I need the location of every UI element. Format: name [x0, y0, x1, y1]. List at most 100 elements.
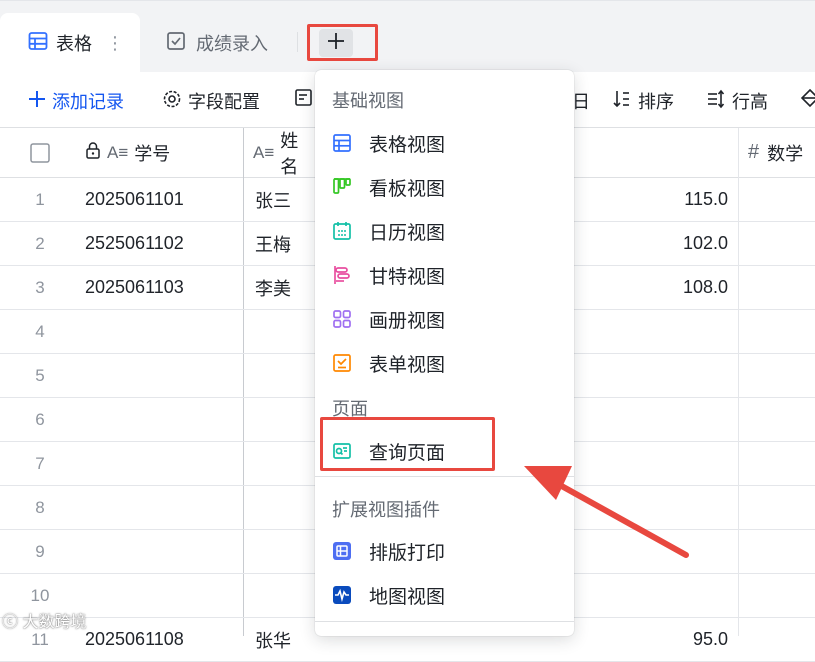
- row-number: 1: [35, 189, 45, 209]
- row-height-icon: [706, 89, 726, 114]
- number-field-icon: #: [748, 141, 760, 163]
- cell-score[interactable]: 102.0: [580, 222, 728, 265]
- field-config-button[interactable]: 字段配置: [162, 88, 260, 114]
- column-header-name[interactable]: A≡ 姓名: [253, 128, 313, 178]
- cell-name[interactable]: 李美: [255, 266, 315, 309]
- watermark: ⓒ 大数跨境: [2, 608, 86, 632]
- gantt-view-icon: [331, 264, 353, 286]
- row-height-label: 行高: [732, 92, 768, 112]
- cell-score[interactable]: [580, 486, 728, 529]
- menu-item-map-view[interactable]: 地图视图: [315, 573, 574, 617]
- cell-student-id[interactable]: 2025061101: [85, 178, 235, 221]
- cell-student-id[interactable]: [85, 442, 235, 485]
- menu-item-gantt-view[interactable]: 甘特视图: [315, 253, 574, 297]
- cell-score[interactable]: 115.0: [580, 178, 728, 221]
- cell-student-id[interactable]: [85, 486, 235, 529]
- section-view-plugins: 扩展视图插件: [332, 500, 440, 520]
- column-label: 姓名: [280, 130, 299, 177]
- more-toolbar-icon[interactable]: [800, 88, 815, 108]
- menu-divider: [315, 476, 574, 477]
- filter-button[interactable]: [294, 88, 314, 113]
- menu-item-print-layout[interactable]: 排版打印: [315, 529, 574, 573]
- cell-score[interactable]: [580, 398, 728, 441]
- column-header-student-id[interactable]: A≡ 学号: [85, 128, 240, 178]
- menu-item-kanban-view[interactable]: 看板视图: [315, 165, 574, 209]
- sort-icon: [612, 89, 632, 114]
- sort-button[interactable]: 排序: [612, 88, 674, 114]
- text-field-icon: A≡: [253, 142, 275, 162]
- menu-item-label: 地图视图: [369, 586, 446, 608]
- column-label: 数学: [767, 143, 804, 164]
- text-field-icon: A≡: [107, 142, 129, 162]
- menu-item-label: 表格视图: [369, 134, 446, 156]
- form-view-icon: [331, 352, 353, 374]
- cell-score[interactable]: [580, 310, 728, 353]
- grid-table-icon: [28, 31, 48, 56]
- gallery-view-icon: [331, 308, 353, 330]
- tab-table[interactable]: 表格 ⋮: [0, 13, 140, 73]
- tab-label: 表格: [56, 34, 92, 54]
- watermark-text: 大数跨境: [22, 614, 87, 631]
- cell-score[interactable]: 95.0: [580, 618, 728, 661]
- cell-name[interactable]: 张三: [255, 178, 315, 221]
- cell-score[interactable]: [580, 442, 728, 485]
- map-view-icon: [331, 584, 353, 606]
- cell-score[interactable]: [580, 530, 728, 573]
- cell-student-id[interactable]: 2025061103: [85, 266, 235, 309]
- plus-icon: [28, 90, 46, 113]
- menu-item-grid-view[interactable]: 表格视图: [315, 121, 574, 165]
- row-height-button[interactable]: 行高: [706, 88, 768, 114]
- cell-student-id[interactable]: [85, 574, 235, 617]
- tab-more-icon[interactable]: ⋮: [106, 33, 124, 54]
- menu-divider: [315, 621, 574, 622]
- tab-score-entry[interactable]: 成绩录入: [166, 13, 268, 73]
- add-record-button[interactable]: 添加记录: [28, 88, 124, 114]
- row-number: 6: [35, 409, 45, 429]
- cell-student-id[interactable]: [85, 530, 235, 573]
- print-layout-icon: [331, 540, 353, 562]
- cell-name[interactable]: [255, 442, 315, 485]
- cell-name[interactable]: [255, 530, 315, 573]
- toolbar-item-partial-label: 日: [572, 92, 590, 112]
- tab-divider: [297, 32, 298, 52]
- cell-score[interactable]: [580, 354, 728, 397]
- select-all-checkbox[interactable]: [30, 128, 52, 178]
- view-tab-bar: 表格 ⋮ 成绩录入: [0, 0, 815, 73]
- watermark-logo-icon: ⓒ: [2, 614, 23, 631]
- row-number: 8: [35, 497, 45, 517]
- menu-item-gallery-view[interactable]: 画册视图: [315, 297, 574, 341]
- cell-name[interactable]: [255, 354, 315, 397]
- cell-name[interactable]: [255, 398, 315, 441]
- row-number: 3: [35, 277, 45, 297]
- add-view-menu: 基础视图 表格视图 看板视图 日历视图 甘特视图 画册视图 表单视图 页面 查询页面 扩展…: [315, 70, 574, 636]
- section-basic-views: 基础视图: [332, 91, 404, 111]
- row-number: 9: [35, 541, 45, 561]
- column-header-math[interactable]: # 数学: [748, 128, 815, 178]
- cell-name[interactable]: 王梅: [255, 222, 315, 265]
- cell-student-id[interactable]: 2525061102: [85, 222, 235, 265]
- menu-item-calendar-view[interactable]: 日历视图: [315, 209, 574, 253]
- cell-student-id[interactable]: [85, 354, 235, 397]
- column-label: 学号: [134, 143, 171, 164]
- field-config-label: 字段配置: [188, 92, 260, 112]
- cell-student-id[interactable]: 2025061108: [85, 618, 235, 661]
- cell-name[interactable]: [255, 486, 315, 529]
- cell-name[interactable]: [255, 574, 315, 617]
- kanban-view-icon: [331, 176, 353, 198]
- cell-score[interactable]: 108.0: [580, 266, 728, 309]
- gear-icon: [162, 89, 182, 114]
- menu-item-label: 画册视图: [369, 310, 446, 332]
- grid-view-icon: [331, 132, 353, 154]
- cell-student-id[interactable]: [85, 398, 235, 441]
- cell-name[interactable]: [255, 310, 315, 353]
- cell-name[interactable]: 张华: [255, 618, 315, 661]
- cell-score[interactable]: [580, 574, 728, 617]
- menu-item-form-view[interactable]: 表单视图: [315, 341, 574, 385]
- menu-item-label: 甘特视图: [369, 266, 446, 288]
- row-number: 4: [35, 321, 45, 341]
- menu-item-label: 表单视图: [369, 354, 446, 376]
- calendar-view-icon: [331, 220, 353, 242]
- menu-item-label: 排版打印: [369, 542, 446, 564]
- lock-icon: [85, 141, 101, 164]
- cell-student-id[interactable]: [85, 310, 235, 353]
